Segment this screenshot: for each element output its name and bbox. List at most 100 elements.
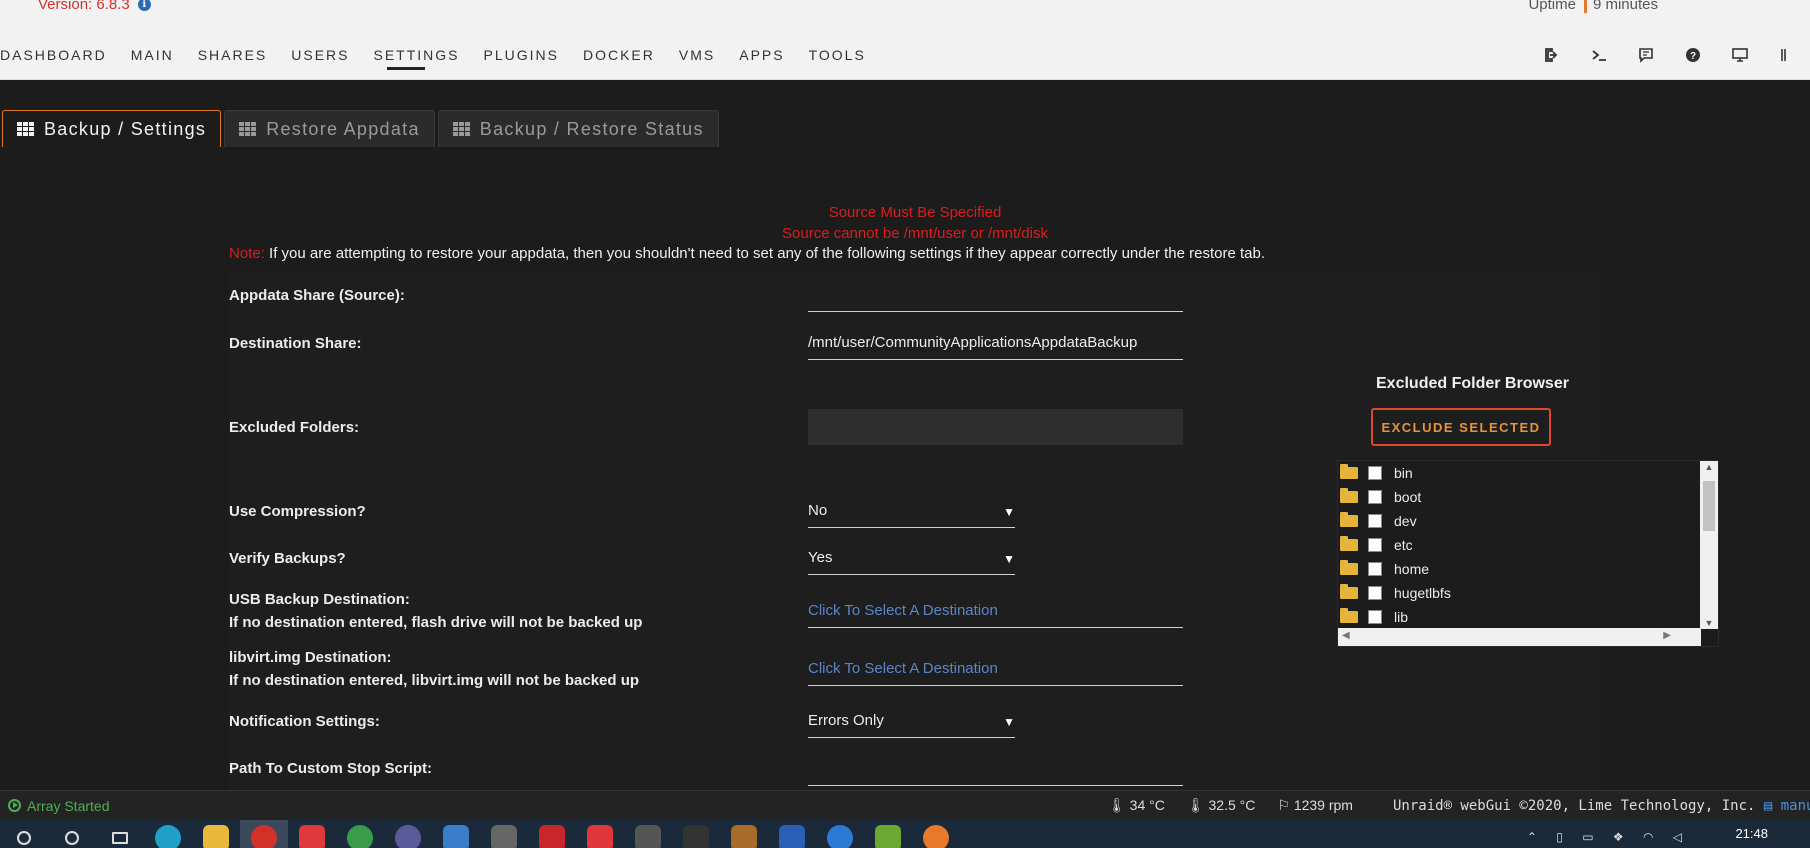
list-item[interactable]: home [1338,557,1701,581]
tab-label: Backup / Settings [44,118,207,139]
logout-icon[interactable] [1528,44,1575,66]
manual-link[interactable]: ▤ manual [1764,798,1810,814]
notification-select[interactable]: Errors Only ▼ [808,702,1015,738]
task-view-icon[interactable] [96,820,144,848]
nav-plugins[interactable]: PLUGINS [472,46,571,70]
folder-icon [1340,536,1358,551]
scroll-thumb[interactable] [1703,481,1715,531]
play-icon [8,799,21,812]
anydesk-icon[interactable] [576,820,624,848]
word-icon[interactable] [768,820,816,848]
version-label: Version: 6.8.3 i [38,0,151,13]
appdata-share-input[interactable] [808,276,1183,312]
custom-stop-script-input[interactable] [808,749,1183,786]
app-icon[interactable] [432,820,480,848]
folder-checkbox[interactable] [1368,562,1382,576]
tab-backup-restore-status[interactable]: Backup / Restore Status [437,110,719,147]
uptime-label: Uptime [1528,0,1576,13]
list-item[interactable]: etc [1338,533,1701,557]
folder-checkbox[interactable] [1368,514,1382,528]
libvirt-input[interactable]: Click To Select A Destination [808,650,1183,686]
excluded-folders-label: Excluded Folders: [229,419,360,436]
tab-label: Backup / Restore Status [479,118,704,139]
nav-shares[interactable]: SHARES [186,46,280,70]
nav-main[interactable]: MAIN [119,46,186,70]
folder-checkbox[interactable] [1368,610,1382,624]
app-icon[interactable] [672,820,720,848]
os-taskbar: ⌃ ▯ ▭ ❖ ◠ ◁ 21:48 [0,820,1810,848]
taskbar-clock[interactable]: 21:48 [1735,826,1768,841]
libvirt-hint: If no destination entered, libvirt.img w… [229,672,640,689]
folder-checkbox[interactable] [1368,586,1382,600]
usb-backup-input[interactable]: Click To Select A Destination [808,592,1183,628]
scroll-up-icon[interactable]: ▲ [1700,462,1718,472]
destination-share-input[interactable]: /mnt/user/CommunityApplicationsAppdataBa… [808,324,1183,360]
nav-users[interactable]: USERS [279,46,361,70]
grid-icon [452,122,470,136]
vivaldi-icon[interactable] [288,820,336,848]
scroll-down-icon[interactable]: ▼ [1700,618,1718,628]
usb-backup-title: USB Backup Destination: [229,591,410,608]
monitor-icon[interactable] [1716,44,1763,66]
nav-apps[interactable]: APPS [727,46,796,70]
destination-share-label: Destination Share: [229,335,362,352]
nav-docker[interactable]: DOCKER [571,46,667,70]
edge-icon[interactable] [144,820,192,848]
fan-speed: ⚐ 1239 rpm [1277,797,1353,814]
uptime-value: 9 minutes [1583,0,1658,13]
filezilla-icon[interactable] [528,820,576,848]
help-icon[interactable]: ? [1669,44,1716,66]
nav-vms[interactable]: VMS [667,46,727,70]
grid-icon [239,122,257,136]
folder-checkbox[interactable] [1368,538,1382,552]
uptime: Uptime 9 minutes [1528,0,1658,13]
nav-settings[interactable]: SETTINGS [362,46,472,70]
terminal-icon[interactable] [1575,44,1622,66]
chrome-icon[interactable] [336,820,384,848]
list-item[interactable]: hugetlbfs [1338,581,1701,605]
mb-temp: 🌡 32.5 °C [1187,797,1256,814]
folder-checkbox[interactable] [1368,490,1382,504]
array-status-text: Array Started [27,797,110,814]
calculator-icon[interactable] [624,820,672,848]
folder-checkbox[interactable] [1368,466,1382,480]
app-icon[interactable] [720,820,768,848]
folder-icon [1340,584,1358,599]
system-tray[interactable]: ⌃ ▯ ▭ ❖ ◠ ◁ [1527,830,1690,844]
firefox-icon[interactable] [912,820,960,848]
folder-name: hugetlbfs [1394,585,1451,601]
list-item[interactable]: dev [1338,509,1701,533]
exclude-selected-button[interactable]: EXCLUDE SELECTED [1371,408,1551,446]
horizontal-scrollbar[interactable]: ◀ ▶ [1338,628,1701,646]
scroll-left-icon[interactable]: ◀ [1342,630,1350,641]
folder-name: boot [1394,489,1422,505]
info-icon[interactable]: i [137,0,151,11]
use-compression-select[interactable]: No ▼ [808,492,1015,528]
list-item[interactable]: bin [1338,461,1701,485]
list-item[interactable]: boot [1338,485,1701,509]
tab-backup-settings[interactable]: Backup / Settings [2,110,222,147]
top-header: Version: 6.8.3 i Uptime 9 minutes DASHBO… [0,0,1810,80]
search-icon[interactable] [48,820,96,848]
more-icon[interactable] [1763,44,1810,66]
file-explorer-icon[interactable] [192,820,240,848]
select-value: No [808,502,828,519]
scroll-right-icon[interactable]: ▶ [1663,630,1671,641]
app-icon[interactable] [816,820,864,848]
feedback-icon[interactable] [1622,44,1669,66]
start-search-icon[interactable] [0,820,48,848]
vertical-scrollbar[interactable]: ▲ ▼ [1700,461,1718,629]
nav-tools[interactable]: TOOLS [797,46,878,70]
excluded-folders-input[interactable] [808,409,1183,445]
folder-list: bin boot dev etc home hugetlbfs lib [1338,461,1701,629]
chevron-down-icon: ▼ [1003,505,1015,519]
opera-icon[interactable] [240,820,288,848]
verify-backups-select[interactable]: Yes ▼ [808,539,1015,575]
select-value: Errors Only [808,712,884,729]
app-icon[interactable] [384,820,432,848]
microphone-icon[interactable] [480,820,528,848]
app-icon[interactable] [864,820,912,848]
list-item[interactable]: lib [1338,605,1701,629]
nav-dashboard[interactable]: DASHBOARD [0,46,119,70]
tab-restore-appdata[interactable]: Restore Appdata [224,110,435,147]
